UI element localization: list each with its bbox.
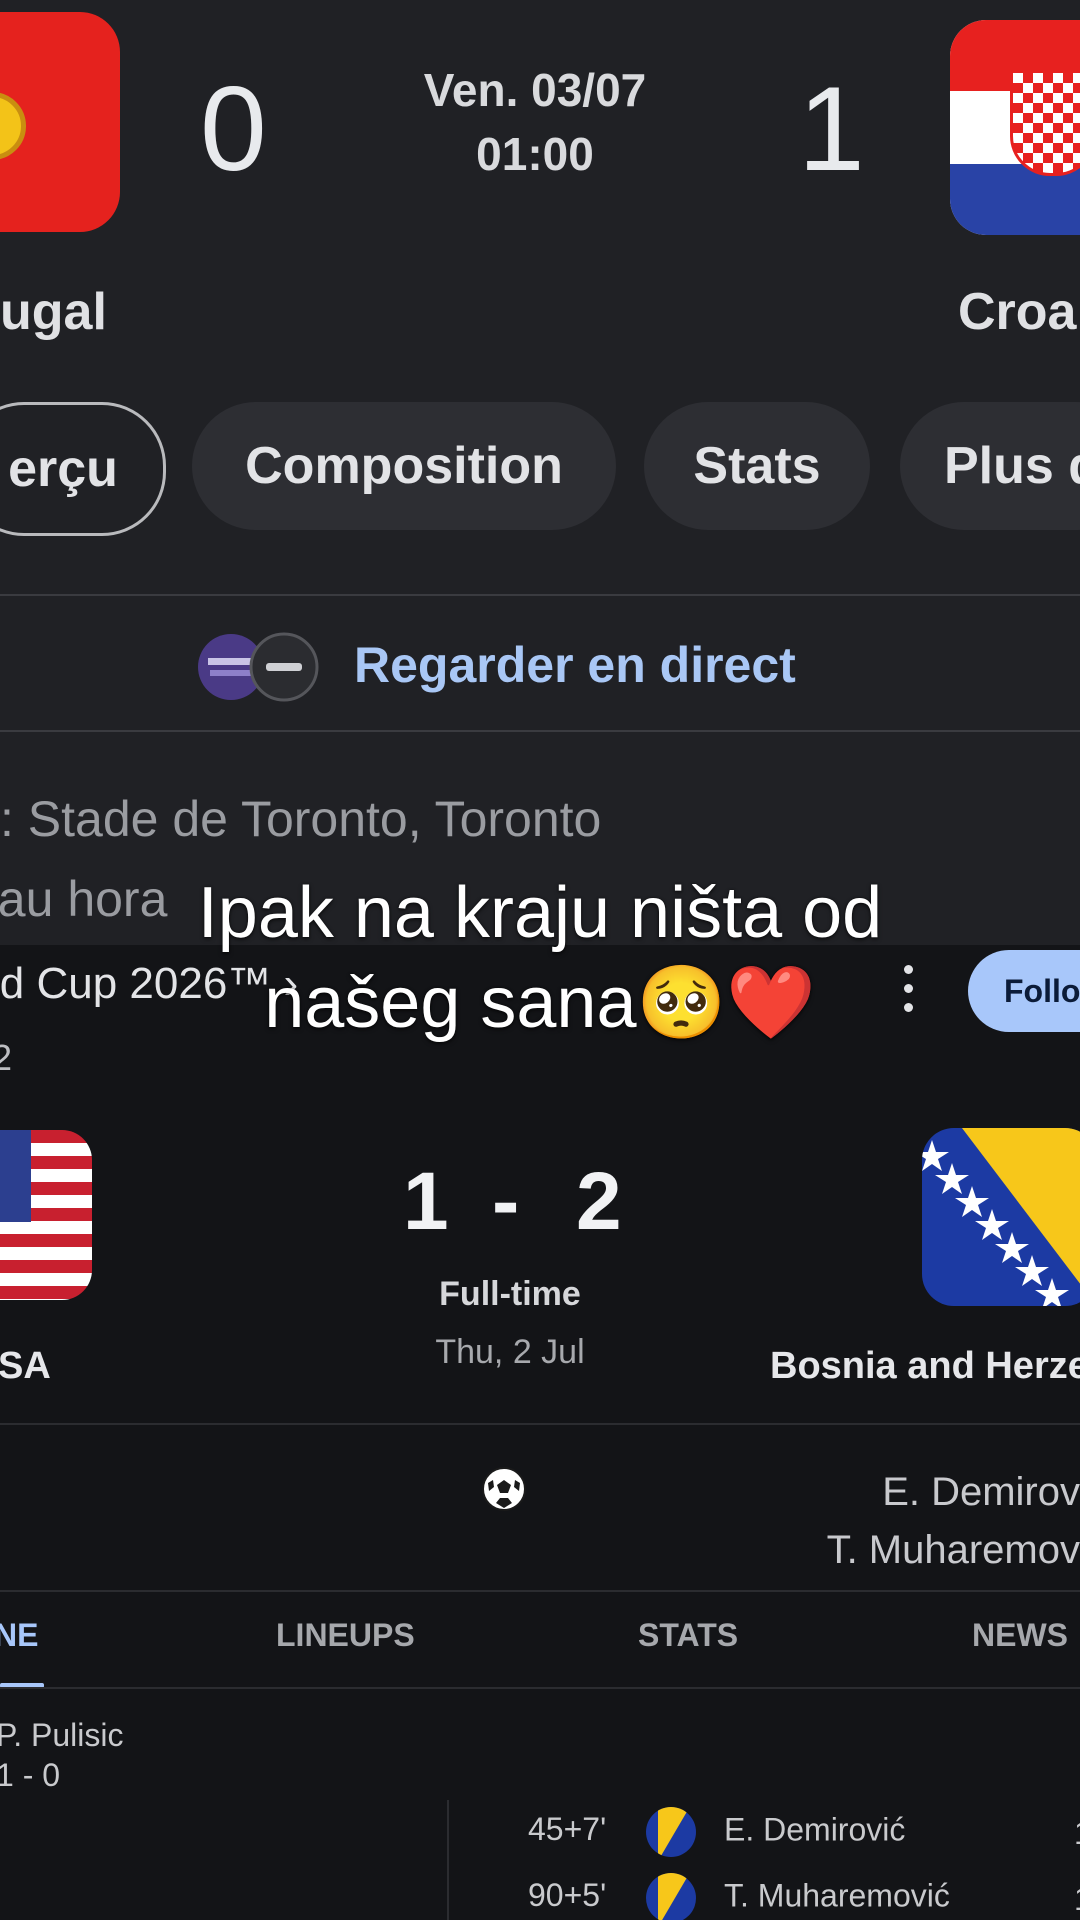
usa-flag-icon: [0, 1130, 92, 1300]
event-minute: 45+7': [528, 1811, 607, 1848]
croatia-flag-icon: [950, 20, 1080, 235]
tab-plus[interactable]: Plus d: [900, 402, 1080, 530]
top-match-card: 0 Ven. 03/07 01:00 1 ugal Croa erçu Comp…: [0, 0, 1080, 950]
home-scorer-fragment: ': [0, 1457, 2, 1502]
home-score: 1: [403, 1156, 449, 1247]
match-date: Ven. 03/07: [423, 64, 647, 116]
goal-score: 1 - 0: [0, 1757, 61, 1793]
soccer-ball-icon: [482, 1467, 526, 1511]
timeline-axis: [447, 1800, 449, 1920]
divider: [0, 594, 1080, 596]
tab-stats[interactable]: STATS: [638, 1617, 738, 1654]
home-score: 0: [200, 62, 267, 196]
home-goal-event: P. Pulisic 1 - 0: [0, 1715, 123, 1795]
away-team-name[interactable]: Croa: [958, 282, 1076, 342]
bosnia-flag-icon: [646, 1873, 696, 1920]
watch-live-link[interactable]: Regarder en direct: [354, 636, 796, 694]
divider: [0, 1687, 1080, 1689]
portugal-flag-icon: [0, 12, 120, 232]
away-team-name[interactable]: Bosnia and Herze: [770, 1345, 1080, 1388]
caption-text: našeg sana: [264, 963, 637, 1043]
match-time: 01:00: [476, 128, 594, 180]
timeline-event: 45+7' E. Demirović: [528, 1807, 905, 1857]
bottom-match-card: ld Cup 2026™ › 2 Follow 1 - 2 Full-time …: [0, 945, 1080, 1920]
event-score: 1: [1074, 1881, 1080, 1918]
match-status: Full-time: [439, 1275, 581, 1313]
away-scorers: E. Demirov T. Muharemov: [827, 1463, 1080, 1579]
divider: [0, 1590, 1080, 1592]
caption-line-1: Ipak na kraju ništa od: [197, 873, 883, 953]
live-stream-icon[interactable]: [196, 632, 320, 702]
tab-timeline[interactable]: NE: [0, 1617, 38, 1654]
score-separator: -: [492, 1156, 520, 1247]
bosnia-flag-icon: [922, 1128, 1080, 1306]
timeline-event: 90+5' T. Muharemović: [528, 1873, 950, 1920]
caption-line-2: našeg sana🥺❤️: [0, 960, 1080, 1045]
bosnia-flag-icon: [646, 1807, 696, 1857]
goal-player: P. Pulisic: [0, 1717, 124, 1753]
event-minute: 90+5': [528, 1877, 607, 1914]
divider: [0, 730, 1080, 732]
pleading-face-icon: 🥺: [636, 963, 727, 1043]
event-player: T. Muharemović: [724, 1877, 950, 1914]
away-score: 1: [798, 62, 865, 196]
tab-stats[interactable]: Stats: [644, 402, 870, 530]
tab-apercu[interactable]: erçu: [0, 402, 166, 536]
tab-lineups[interactable]: LINEUPS: [276, 1617, 415, 1654]
event-score: 1: [1074, 1815, 1080, 1852]
tab-news[interactable]: NEWS: [972, 1617, 1068, 1654]
tab-composition[interactable]: Composition: [192, 402, 616, 530]
scorer-name: E. Demirov: [882, 1470, 1080, 1514]
event-player: E. Demirović: [724, 1811, 906, 1848]
match-date: Thu, 2 Jul: [435, 1333, 585, 1371]
heart-icon: ❤️: [726, 963, 816, 1043]
match-datetime: Ven. 03/07 01:00: [385, 58, 685, 186]
scorer-name: T. Muharemov: [826, 1528, 1080, 1572]
home-team-name[interactable]: SA: [0, 1345, 51, 1388]
divider: [0, 1423, 1080, 1425]
home-team-name[interactable]: ugal: [0, 282, 107, 342]
away-score: 2: [576, 1156, 622, 1247]
venue-info: : Stade de Toronto, Toronto: [0, 791, 602, 847]
